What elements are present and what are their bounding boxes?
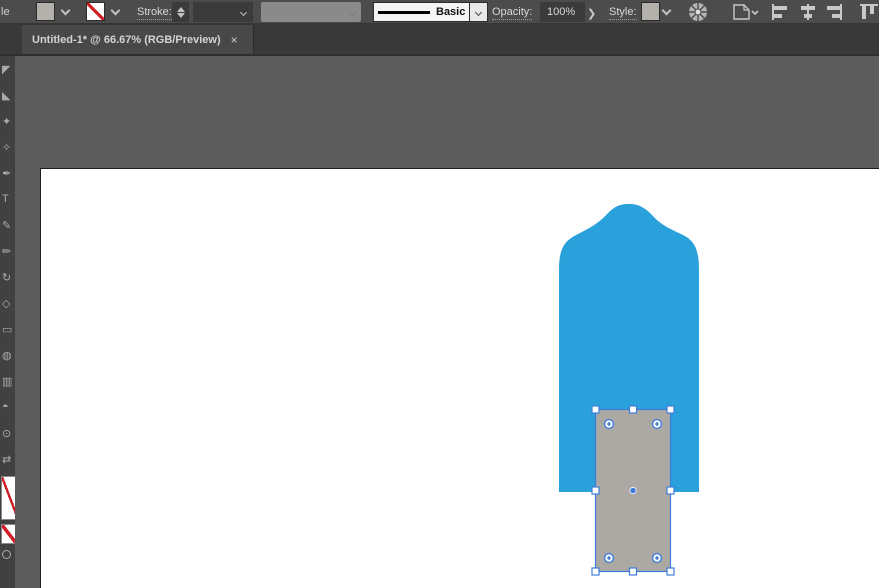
stroke-weight-chevron-icon — [239, 8, 248, 16]
direct-selection-tool-icon[interactable]: ◣ — [0, 82, 15, 108]
eyedropper-tool-icon[interactable]: ◓ — [0, 394, 15, 420]
valign-top-icon[interactable] — [858, 2, 879, 22]
selection-type-label: le — [1, 6, 10, 18]
style-swatch[interactable] — [641, 2, 660, 21]
column-graph-tool-glyph: ▥ — [2, 375, 13, 388]
align-center-icon[interactable] — [798, 2, 818, 22]
fill-color-chevron-icon[interactable] — [60, 5, 71, 16]
opacity-label[interactable]: Opacity: — [492, 6, 533, 20]
shape-builder-tool-icon[interactable]: ◍ — [0, 342, 15, 368]
pencil-tool-icon[interactable]: ✏ — [0, 238, 15, 264]
tab-close-icon[interactable]: × — [231, 34, 238, 46]
tools-panel: ◤ ◣ ✦ ✧ ✒ T ✎ ✏ ↻ ◇ ▭ ◍ ▥ ◓ ⊙ ⇄ — [0, 56, 15, 588]
brush-definition-dropdown[interactable]: Basic — [373, 2, 489, 22]
canvas-artwork — [559, 204, 699, 576]
magic-wand-tool-icon[interactable]: ✦ — [0, 108, 15, 134]
handle-top-center[interactable] — [628, 405, 638, 414]
handle-bottom-left[interactable] — [591, 567, 600, 576]
opacity-input[interactable]: 100% — [540, 2, 585, 22]
control-bar: le Stroke: Basic Opacity: 100% ❯ Style: — [0, 0, 879, 25]
document-setup-icon[interactable] — [729, 2, 759, 22]
stroke-label[interactable]: Stroke: — [137, 6, 172, 20]
stroke-color-chevron-icon[interactable] — [110, 5, 121, 16]
swap-fill-stroke-glyph: ⇄ — [2, 453, 12, 466]
rotate-tool-glyph: ↻ — [2, 271, 12, 284]
stroke-color-swatch[interactable] — [86, 2, 105, 21]
swap-fill-stroke-icon[interactable]: ⇄ — [0, 446, 15, 472]
align-right-icon[interactable] — [824, 2, 844, 22]
tab-bar: Untitled-1* @ 66.67% (RGB/Preview) × — [0, 25, 879, 56]
eyedropper-tool-glyph: ◓ — [2, 401, 9, 413]
paintbrush-tool-glyph: ✎ — [2, 219, 12, 232]
column-graph-tool-icon[interactable]: ▥ — [0, 368, 15, 394]
type-tool-glyph: T — [2, 193, 9, 205]
corner-widget-bottom-left[interactable] — [603, 552, 615, 564]
paintbrush-tool-icon[interactable]: ✎ — [0, 212, 15, 238]
handle-middle-right[interactable] — [666, 486, 675, 495]
magic-wand-tool-glyph: ✦ — [2, 115, 12, 128]
opacity-more-button[interactable]: ❯ — [587, 3, 596, 23]
zoom-tool-icon[interactable]: ⊙ — [0, 420, 15, 446]
draw-mode-icon[interactable] — [2, 550, 11, 559]
style-label[interactable]: Style: — [609, 6, 637, 20]
brush-name-label: Basic — [436, 6, 466, 18]
document-tab[interactable]: Untitled-1* @ 66.67% (RGB/Preview) × — [22, 25, 254, 54]
corner-widget-top-left[interactable] — [603, 418, 615, 430]
scale-tool-icon[interactable]: ◇ — [0, 290, 15, 316]
pen-tool-icon[interactable]: ✒ — [0, 160, 15, 186]
handle-bottom-right[interactable] — [666, 567, 675, 576]
rotate-tool-icon[interactable]: ↻ — [0, 264, 15, 290]
handle-top-left[interactable] — [591, 405, 600, 414]
fill-color-swatch[interactable] — [36, 2, 55, 21]
lasso-tool-icon[interactable]: ✧ — [0, 134, 15, 160]
recolor-artwork-icon[interactable] — [687, 1, 709, 23]
selection-tool-icon[interactable]: ◤ — [0, 56, 15, 82]
handle-middle-left[interactable] — [591, 486, 600, 495]
stroke-weight-stepper[interactable] — [172, 2, 189, 22]
zoom-tool-glyph: ⊙ — [2, 427, 12, 440]
shape-builder-tool-glyph: ◍ — [2, 349, 12, 362]
corner-widget-top-right[interactable] — [651, 418, 663, 430]
brush-stroke-preview — [378, 10, 430, 14]
corner-widget-bottom-right[interactable] — [651, 552, 663, 564]
direct-selection-tool-glyph: ◣ — [2, 89, 11, 102]
fill-none-indicator[interactable] — [1, 476, 15, 520]
style-chevron-icon[interactable] — [661, 5, 672, 16]
stroke-weight-dropdown[interactable] — [193, 2, 253, 22]
align-left-icon[interactable] — [770, 2, 790, 22]
stepper-up-icon[interactable] — [176, 6, 185, 12]
type-tool-icon[interactable]: T — [0, 186, 15, 212]
lasso-tool-glyph: ✧ — [2, 141, 12, 154]
scale-tool-glyph: ◇ — [2, 297, 11, 310]
handle-top-right[interactable] — [666, 405, 675, 414]
brush-chevron-icon[interactable] — [475, 8, 483, 16]
stroke-none-indicator[interactable] — [1, 524, 15, 544]
pencil-tool-glyph: ✏ — [2, 245, 12, 258]
width-profile-chevron-icon — [348, 8, 357, 16]
selection-center-point[interactable] — [629, 486, 637, 495]
rectangle-tool-icon[interactable]: ▭ — [0, 316, 15, 342]
document-tab-title: Untitled-1* @ 66.67% (RGB/Preview) — [32, 33, 221, 46]
selection-tool-glyph: ◤ — [2, 63, 11, 76]
stepper-down-icon[interactable] — [176, 12, 185, 18]
width-profile-dropdown — [261, 2, 361, 22]
rectangle-tool-glyph: ▭ — [2, 323, 13, 336]
handle-bottom-center[interactable] — [628, 567, 638, 576]
pen-tool-glyph: ✒ — [2, 167, 12, 180]
